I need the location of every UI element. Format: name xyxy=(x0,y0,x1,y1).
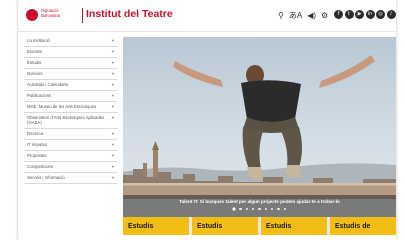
audio-icon[interactable]: ◀) xyxy=(307,11,316,21)
sidebar-item-label: MAE. Museu de les Arts Escèniques xyxy=(27,104,97,110)
sidebar-item[interactable]: Publicacions ▾ xyxy=(24,91,117,102)
linkedin-icon[interactable]: in xyxy=(365,10,375,19)
studies-cards: Estudis Estudis Estudis Estudis de xyxy=(123,217,396,235)
sidebar-item-label: Publicacions xyxy=(27,93,52,99)
chevron-down-icon: ▾ xyxy=(111,164,114,170)
logo-separator xyxy=(82,8,83,23)
slide-caption-bar: Talent IT. Si busques talent per algun p… xyxy=(123,195,396,217)
chevron-down-icon: ▾ xyxy=(111,49,114,55)
instagram-icon[interactable]: ◎ xyxy=(376,10,385,19)
chevron-down-icon: ▾ xyxy=(111,71,114,77)
sidebar-item[interactable]: Observatori d'Arts Escèniques Aplicades … xyxy=(24,113,117,130)
sidebar-item-label: Competicions xyxy=(27,164,54,170)
browser-page: Diputació Barcelona Institut del Teatre … xyxy=(18,0,396,240)
sidebar-item[interactable]: Activitats i Calendaris ▾ xyxy=(24,80,117,91)
sidebar-item-label: Recerca xyxy=(27,131,44,137)
slide-caption[interactable]: Talent IT. Si busques talent per algun p… xyxy=(123,199,396,204)
sidebar-item[interactable]: IT impulsa ▾ xyxy=(24,140,117,152)
sidebar-item[interactable]: Notícies ▾ xyxy=(24,69,117,80)
sidebar-item-label: La Institució xyxy=(27,38,50,44)
sidebar-item-label: IT impulsa xyxy=(27,142,47,148)
chevron-down-icon: ▾ xyxy=(111,131,114,137)
hero-slider[interactable]: Talent IT. Si busques talent per algun p… xyxy=(123,37,396,235)
slider-dot[interactable] xyxy=(251,208,255,211)
slider-dot[interactable] xyxy=(277,208,280,211)
facebook-icon[interactable]: f xyxy=(334,10,343,19)
sidebar-item[interactable]: Competicions ▾ xyxy=(24,162,117,174)
accessibility-icon[interactable]: あA xyxy=(289,11,302,21)
chevron-down-icon: ▾ xyxy=(111,82,114,88)
settings-icon[interactable]: ⚙ xyxy=(321,11,328,21)
sidebar-item-label: Activitats i Calendaris xyxy=(27,82,69,88)
studies-card[interactable]: Estudis xyxy=(123,217,189,235)
sidebar-item-label: Escoles xyxy=(27,49,43,55)
studies-card[interactable]: Estudis de xyxy=(330,217,396,235)
sidebar-item-label: Serveis i Informació xyxy=(27,175,65,181)
social-links: f t ▶ in ◎ ♪ ◉ xyxy=(334,10,396,19)
sidebar-item-label: Estudis xyxy=(27,60,42,66)
sidebar-item-label: Observatori d'Arts Escèniques Aplicades … xyxy=(27,115,105,126)
chevron-down-icon: ▾ xyxy=(111,60,114,66)
studies-card[interactable]: Estudis xyxy=(192,217,258,235)
logo-line-2: Barcelona xyxy=(41,13,60,18)
youtube-icon[interactable]: ▶ xyxy=(355,10,364,19)
sidebar-item-label: Propostes xyxy=(27,153,47,159)
chevron-down-icon: ▾ xyxy=(111,104,114,110)
sidebar-item[interactable]: Serveis i Informació ▾ xyxy=(24,173,117,184)
sidebar-item[interactable]: Escoles ▾ xyxy=(24,47,117,58)
site-title[interactable]: Institut del Teatre xyxy=(86,8,173,20)
chevron-down-icon: ▾ xyxy=(111,153,114,159)
slider-dot[interactable] xyxy=(258,208,261,211)
sidebar-item[interactable]: La Institució ▾ xyxy=(24,36,117,47)
sidebar-item[interactable]: MAE. Museu de les Arts Escèniques ▾ xyxy=(24,102,117,113)
diputacio-logo-icon[interactable] xyxy=(26,9,38,21)
slider-pagination xyxy=(123,208,396,211)
sidebar-item-label: Notícies xyxy=(27,71,43,77)
slider-dot[interactable] xyxy=(283,208,287,211)
header-tools: ⚲ あA ◀) ⚙ xyxy=(278,10,328,21)
chevron-down-icon: ▾ xyxy=(111,175,114,181)
sidebar-item[interactable]: Recerca ▾ xyxy=(24,129,117,141)
studies-card[interactable]: Estudis xyxy=(261,217,327,235)
search-icon[interactable]: ⚲ xyxy=(278,11,284,21)
slider-dot[interactable] xyxy=(239,208,242,211)
diputacio-logo-text[interactable]: Diputació Barcelona xyxy=(41,8,79,18)
slider-dot[interactable] xyxy=(245,208,248,211)
slider-dot[interactable] xyxy=(264,208,268,211)
twitter-icon[interactable]: t xyxy=(344,10,354,19)
chevron-down-icon: ▾ xyxy=(111,115,114,121)
site-header: Diputació Barcelona Institut del Teatre … xyxy=(18,0,396,32)
sidebar-item[interactable]: Estudis ▾ xyxy=(24,58,117,69)
slider-dot[interactable] xyxy=(232,208,236,211)
slider-dot[interactable] xyxy=(271,208,274,211)
chevron-down-icon: ▾ xyxy=(111,38,114,44)
sidebar-item[interactable]: Propostes ▾ xyxy=(24,151,117,163)
chevron-down-icon: ▾ xyxy=(111,93,114,99)
tiktok-icon[interactable]: ♪ xyxy=(386,10,396,19)
sidebar-menu: La Institució ▾ Escoles ▾ Estudis ▾ Notícies ▾ A… xyxy=(24,36,117,184)
chevron-down-icon: ▾ xyxy=(111,142,114,148)
